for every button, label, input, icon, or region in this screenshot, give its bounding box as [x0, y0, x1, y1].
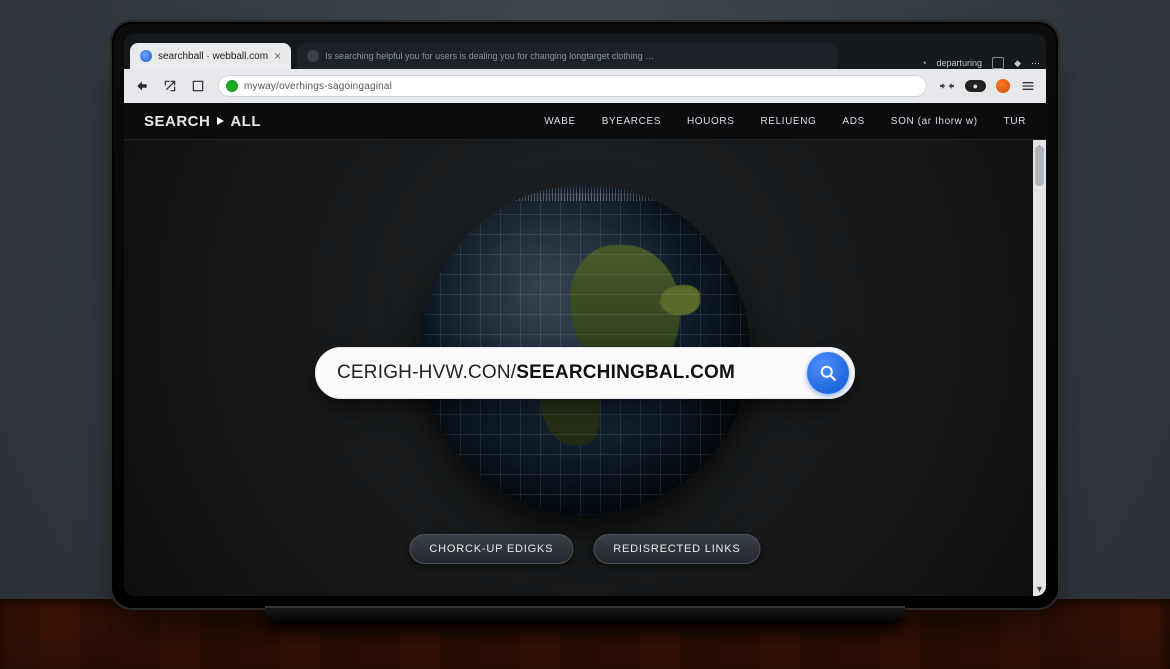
- toolbar-diamond-icon[interactable]: ◆: [1014, 58, 1021, 69]
- browser-menu-icon[interactable]: [1020, 78, 1036, 94]
- pill-chorck-up[interactable]: CHORCK-UP EDIGKS: [409, 534, 573, 564]
- browser-address-bar: myway/overhings-sagoingaginal ●: [124, 69, 1046, 103]
- brand-play-icon: [214, 115, 226, 127]
- page-favicon-icon: [307, 50, 319, 62]
- counter-badge[interactable]: ●: [965, 80, 986, 92]
- site-header: SEARCH ALL WABE BYEARCES HOUORS RELIUENG…: [124, 103, 1046, 140]
- page-scrollbar[interactable]: ▲ ▼: [1033, 140, 1046, 596]
- brand-text-suffix: ALL: [230, 113, 261, 130]
- toolbar-avatar-icon[interactable]: ◔: [921, 58, 926, 68]
- search-text: CERIGH-HVW.CON/SEEARCHINGBAL.COM: [337, 362, 807, 384]
- browser-tab-active[interactable]: searchball · webball.com ×: [130, 43, 291, 69]
- search-icon: [818, 363, 838, 383]
- secure-lock-icon: [226, 80, 238, 92]
- nav-item-houors[interactable]: HOUORS: [687, 116, 735, 127]
- nav-item-ads[interactable]: ADS: [842, 116, 864, 127]
- tabstrip-toolbar: ◔ departuring ◆ ⋯: [921, 57, 1040, 69]
- nav-item-reliueng[interactable]: RELIUENG: [760, 116, 816, 127]
- laptop-hinge: [265, 606, 905, 624]
- main-search-bar[interactable]: CERIGH-HVW.CON/SEEARCHINGBAL.COM: [315, 347, 855, 399]
- browser-tabstrip: searchball · webball.com × Is searching …: [124, 34, 1046, 69]
- pill-redirected-links[interactable]: REDISRECTED LINKS: [593, 534, 760, 564]
- url-input[interactable]: myway/overhings-sagoingaginal: [218, 75, 927, 97]
- url-text: myway/overhings-sagoingaginal: [244, 81, 392, 92]
- laptop-frame: searchball · webball.com × Is searching …: [110, 20, 1060, 610]
- search-button[interactable]: [807, 352, 849, 394]
- page-body: CERIGH-HVW.CON/SEEARCHINGBAL.COM CHORCK-…: [124, 140, 1046, 596]
- nav-open-icon[interactable]: [162, 78, 178, 94]
- tab-title: searchball · webball.com: [158, 51, 268, 62]
- browser-tab-background[interactable]: Is searching helpful you for users is de…: [297, 43, 837, 69]
- toolbar-dots-icon[interactable]: ⋯: [1031, 58, 1040, 69]
- toolbar-text: departuring: [937, 58, 983, 68]
- nav-back-icon[interactable]: [134, 78, 150, 94]
- scroll-down-icon[interactable]: ▼: [1033, 582, 1046, 596]
- extension-icon[interactable]: [939, 78, 955, 94]
- brand-text-prefix: SEARCH: [144, 113, 210, 130]
- screen: searchball · webball.com × Is searching …: [124, 34, 1046, 596]
- nav-item-tur[interactable]: TUR: [1004, 116, 1026, 127]
- nav-stop-icon[interactable]: [190, 78, 206, 94]
- profile-avatar-icon[interactable]: [996, 79, 1010, 93]
- nav-item-son[interactable]: SON (ar Ihorw w): [891, 116, 978, 127]
- search-prefix: CERIGH-HVW.CON/: [337, 362, 516, 383]
- tab-title: Is searching helpful you for users is de…: [325, 51, 654, 61]
- globe-favicon-icon: [140, 50, 152, 62]
- toolbar-square-icon[interactable]: [992, 57, 1004, 69]
- brand-logo[interactable]: SEARCH ALL: [144, 113, 261, 130]
- action-pill-row: CHORCK-UP EDIGKS REDISRECTED LINKS: [409, 534, 760, 564]
- search-main: SEEARCHINGBAL.COM: [516, 362, 735, 383]
- close-tab-icon[interactable]: ×: [274, 49, 281, 63]
- scroll-thumb[interactable]: [1035, 146, 1044, 186]
- nav-item-wabe[interactable]: WABE: [544, 116, 575, 127]
- nav-item-byearces[interactable]: BYEARCES: [602, 116, 661, 127]
